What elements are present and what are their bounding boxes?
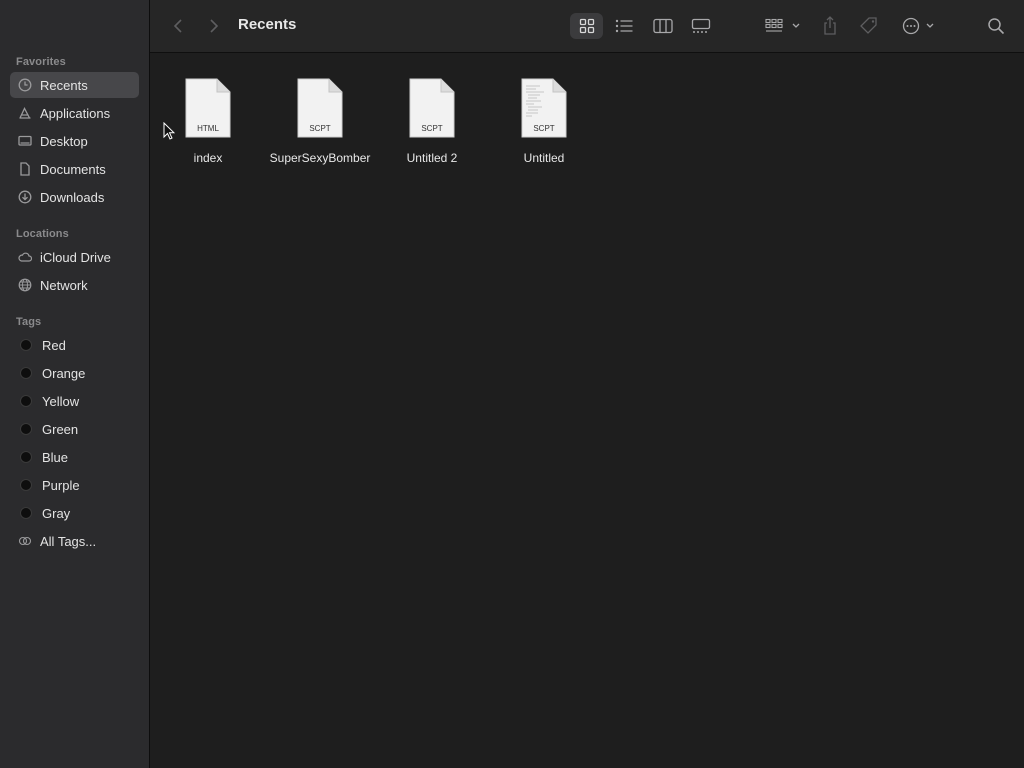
sidebar-item-label: Orange	[42, 365, 86, 381]
all-tags-icon	[18, 534, 32, 548]
forward-button[interactable]	[204, 13, 224, 39]
mouse-cursor-icon	[163, 121, 176, 145]
applications-icon	[18, 106, 32, 120]
file-kind-label: SCPT	[309, 124, 331, 133]
tag-dot-icon	[20, 339, 32, 351]
sidebar-item-label: Documents	[40, 161, 106, 177]
toolbar: Recents	[150, 0, 1024, 53]
share-icon	[824, 16, 836, 35]
tag-dot-icon	[20, 479, 32, 491]
tag-dot-icon	[20, 367, 32, 379]
sidebar-item-network[interactable]: Network	[10, 272, 139, 298]
file-name: Untitled	[523, 151, 565, 165]
sidebar-item-tag-blue[interactable]: Blue	[10, 444, 139, 470]
script-file-icon: SCPT	[521, 78, 567, 138]
file-kind-label: SCPT	[421, 124, 443, 133]
locations-section-title: Locations	[16, 228, 69, 240]
tag-icon	[860, 17, 877, 34]
favorites-section-title: Favorites	[16, 56, 66, 68]
document-icon	[18, 162, 32, 176]
file-item-index[interactable]: HTML index	[153, 74, 263, 166]
sidebar-item-label: Blue	[42, 449, 69, 465]
sidebar-item-label: Green	[42, 421, 79, 437]
group-grid-icon	[765, 18, 800, 32]
chevron-right-icon	[210, 19, 219, 33]
chevron-left-icon	[173, 19, 182, 33]
file-item-untitled[interactable]: SCPT Untitled	[489, 74, 599, 166]
sidebar-item-tag-yellow[interactable]: Yellow	[10, 388, 139, 414]
file-kind-label: HTML	[197, 124, 219, 133]
search-button[interactable]	[984, 13, 1008, 39]
sidebar-item-label: Red	[42, 337, 66, 353]
sidebar-item-tag-green[interactable]: Green	[10, 416, 139, 442]
sidebar-item-recents[interactable]: Recents	[10, 72, 139, 98]
sidebar: Favorites Recents Applications Desktop D…	[0, 0, 150, 768]
sidebar-item-icloud-drive[interactable]: iCloud Drive	[10, 244, 139, 270]
list-view-button[interactable]	[608, 13, 640, 39]
file-item-untitled-2[interactable]: SCPT Untitled 2	[377, 74, 487, 166]
sidebar-item-all-tags[interactable]: All Tags...	[10, 528, 139, 554]
tag-dot-icon	[20, 451, 32, 463]
gallery-view-icon	[691, 18, 711, 33]
tag-dot-icon	[20, 395, 32, 407]
sidebar-item-desktop[interactable]: Desktop	[10, 128, 139, 154]
list-view-icon	[615, 19, 633, 33]
html-file-icon: HTML	[185, 78, 231, 138]
group-by-button[interactable]	[762, 13, 804, 39]
window-title: Recents	[238, 16, 297, 33]
tag-dot-icon	[20, 423, 32, 435]
sidebar-item-label: Network	[40, 277, 88, 293]
file-name: SuperSexyBomber	[269, 151, 371, 165]
back-button[interactable]	[168, 13, 188, 39]
column-view-button[interactable]	[647, 13, 679, 39]
column-view-icon	[653, 18, 673, 34]
sidebar-item-tag-gray[interactable]: Gray	[10, 500, 139, 526]
sidebar-item-documents[interactable]: Documents	[10, 156, 139, 182]
sidebar-item-label: Applications	[40, 105, 111, 121]
ellipsis-circle-icon	[902, 17, 934, 35]
sidebar-item-applications[interactable]: Applications	[10, 100, 139, 126]
sidebar-item-label: Purple	[42, 477, 80, 493]
sidebar-item-tag-orange[interactable]: Orange	[10, 360, 139, 386]
download-icon	[18, 190, 32, 204]
tag-button[interactable]	[856, 13, 882, 39]
sidebar-item-tag-purple[interactable]: Purple	[10, 472, 139, 498]
more-actions-button[interactable]	[898, 13, 938, 39]
sidebar-item-downloads[interactable]: Downloads	[10, 184, 139, 210]
clock-icon	[18, 78, 32, 92]
sidebar-item-label: Gray	[42, 505, 71, 521]
search-icon	[988, 18, 1005, 35]
sidebar-item-label: Desktop	[40, 133, 88, 149]
sidebar-item-label: iCloud Drive	[40, 249, 111, 265]
file-item-supersexybomber[interactable]: SCPT SuperSexyBomber	[265, 74, 375, 166]
script-file-icon: SCPT	[297, 78, 343, 138]
file-name: index	[193, 151, 223, 165]
gallery-view-button[interactable]	[685, 13, 717, 39]
tag-dot-icon	[20, 507, 32, 519]
share-button[interactable]	[818, 13, 842, 39]
icon-view-button[interactable]	[570, 13, 603, 39]
globe-icon	[18, 278, 32, 292]
grid-view-icon	[579, 18, 594, 34]
sidebar-item-label: Downloads	[40, 189, 105, 205]
desktop-icon	[18, 134, 32, 148]
sidebar-item-label: All Tags...	[40, 533, 97, 549]
sidebar-item-label: Recents	[40, 77, 88, 93]
sidebar-item-tag-red[interactable]: Red	[10, 332, 139, 358]
sidebar-item-label: Yellow	[42, 393, 80, 409]
cloud-icon	[18, 250, 32, 264]
tags-section-title: Tags	[16, 316, 42, 328]
file-name: Untitled 2	[406, 151, 458, 165]
file-kind-label: SCPT	[533, 124, 555, 133]
script-file-icon: SCPT	[409, 78, 455, 138]
